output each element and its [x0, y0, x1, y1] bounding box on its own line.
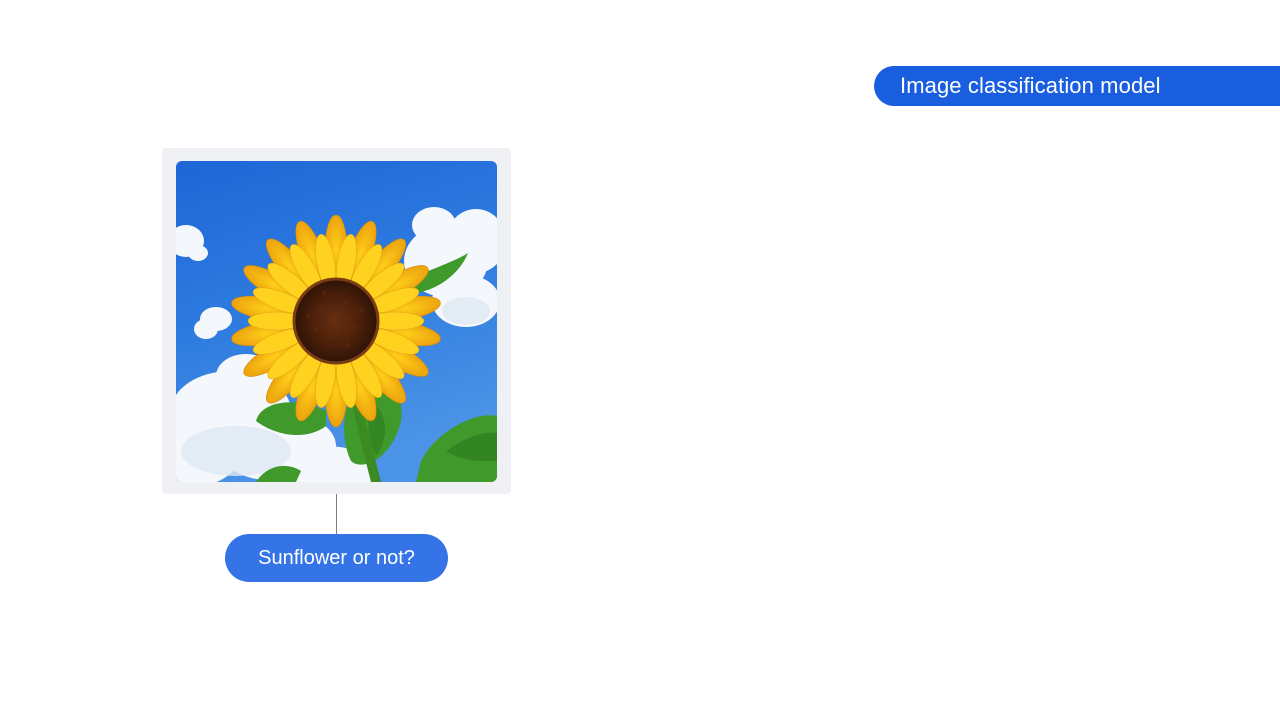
model-title-pill: Image classification model — [874, 66, 1280, 106]
sunflower-photo — [176, 161, 497, 482]
slide: Image classification model Sunflower or … — [0, 0, 1280, 720]
connector-line — [336, 494, 337, 534]
question-pill: Sunflower or not? — [225, 534, 448, 582]
image-frame — [162, 148, 511, 494]
sunflower-illustration — [176, 161, 497, 482]
model-title-label: Image classification model — [900, 73, 1161, 98]
question-label: Sunflower or not? — [258, 546, 415, 569]
